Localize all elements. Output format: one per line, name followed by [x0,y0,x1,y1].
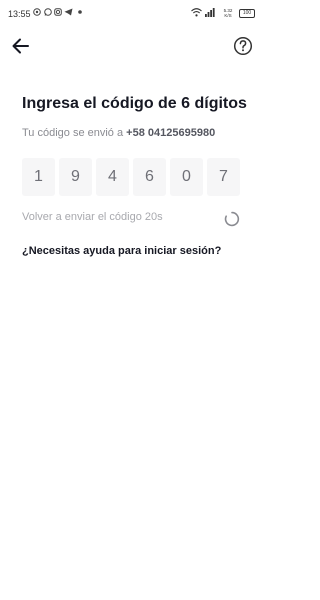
resend-code-countdown: Volver a enviar el código 20s [22,211,163,223]
code-digit-input[interactable]: 4 [96,158,129,196]
status-bar: 13:55 5.32 K/S 100 [0,0,263,24]
code-digit-input[interactable]: 6 [133,158,166,196]
wifi-icon [191,8,202,17]
code-digit-input[interactable]: 7 [207,158,240,196]
phone-number: +58 04125695980 [126,127,216,139]
login-help-link[interactable]: ¿Necesitas ayuda para iniciar sesión? [22,245,221,257]
loading-spinner-icon [224,211,240,227]
dot-icon [78,10,82,14]
code-sent-info: Tu código se envió a +58 04125695980 [22,127,215,139]
page-title: Ingresa el código de 6 dígitos [22,95,247,112]
network-speed: 5.32 K/S [222,8,234,18]
code-input-row: 1 9 4 6 0 7 [22,158,241,196]
code-sent-prefix: Tu código se envió a [22,127,124,139]
back-arrow-icon[interactable] [10,35,32,57]
signal-icon [205,8,215,17]
code-digit-input[interactable]: 0 [170,158,203,196]
header [0,32,263,60]
network-speed-unit: K/S [224,13,232,18]
code-digit-input[interactable]: 9 [59,158,92,196]
instagram-icon [54,8,62,16]
battery-indicator: 100 [239,9,255,18]
telegram-icon [64,8,73,16]
whatsapp-icon [44,8,52,16]
status-time: 13:55 [8,9,31,19]
help-question-icon[interactable] [233,36,253,56]
code-digit-input[interactable]: 1 [22,158,55,196]
notification-dot-icon [33,8,41,16]
